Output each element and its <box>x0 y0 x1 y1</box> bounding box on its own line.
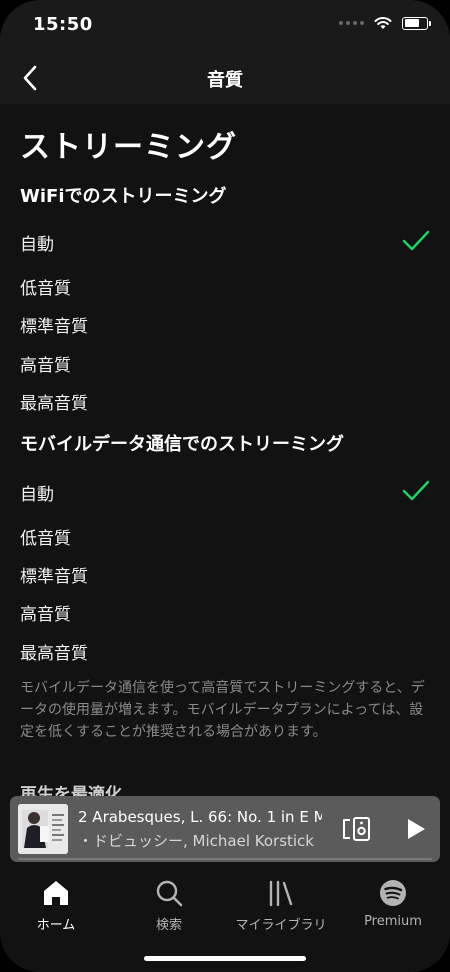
option-label: 低音質 <box>20 278 71 299</box>
option-label: 自動 <box>20 234 54 255</box>
app-screen: 15:50 音質 ストリーミング WiFiでのストリーミング 自動 低音質 標準… <box>0 0 450 972</box>
wifi-streaming-title: WiFiでのストリーミング <box>20 186 227 207</box>
mobile-option-very-high[interactable]: 最高音質 <box>0 632 450 670</box>
option-label: 自動 <box>20 484 54 505</box>
tab-label: Premium <box>364 914 422 929</box>
tab-search[interactable]: 検索 <box>113 878 225 938</box>
mobile-option-auto[interactable]: 自動 <box>0 473 450 511</box>
play-button[interactable] <box>400 814 430 844</box>
home-indicator <box>144 956 306 961</box>
signal-icon <box>339 21 364 25</box>
mobile-option-high[interactable]: 高音質 <box>0 593 450 631</box>
status-bar: 15:50 <box>0 0 450 50</box>
now-playing-artist: ・ドビュッシー, Michael Korstick <box>78 832 314 850</box>
playback-progress-bar <box>18 858 432 860</box>
tab-premium[interactable]: Premium <box>337 878 449 938</box>
mobile-option-normal[interactable]: 標準音質 <box>0 555 450 593</box>
wifi-option-high[interactable]: 高音質 <box>0 344 450 382</box>
tab-home[interactable]: ホーム <box>0 878 112 938</box>
status-time: 15:50 <box>33 14 93 35</box>
home-icon <box>44 881 68 905</box>
library-icon <box>269 880 293 907</box>
tab-label: ホーム <box>36 918 76 933</box>
spotify-icon <box>380 880 406 906</box>
mobile-option-low[interactable]: 低音質 <box>0 517 450 555</box>
option-label: 最高音質 <box>20 393 88 414</box>
wifi-option-very-high[interactable]: 最高音質 <box>0 382 450 420</box>
option-label: 高音質 <box>20 355 71 376</box>
connect-device-button[interactable] <box>340 814 374 844</box>
option-label: 低音質 <box>20 528 71 549</box>
mini-player[interactable]: 2 Arabesques, L. 66: No. 1 in E Major ・ド… <box>10 796 440 862</box>
tab-label: 検索 <box>155 918 182 933</box>
tab-label: マイライブラリ <box>235 918 327 933</box>
speaker-device-icon <box>343 817 370 841</box>
checkmark-icon <box>402 480 430 501</box>
wifi-icon <box>374 17 392 29</box>
album-art <box>18 804 68 854</box>
nav-header: 音質 <box>0 50 450 104</box>
tab-library[interactable]: マイライブラリ <box>225 878 337 938</box>
checkmark-icon <box>402 230 430 251</box>
option-label: 高音質 <box>20 604 71 625</box>
play-icon <box>408 819 425 839</box>
wifi-option-normal[interactable]: 標準音質 <box>0 305 450 343</box>
search-icon <box>156 880 183 907</box>
option-label: 標準音質 <box>20 566 88 587</box>
option-label: 最高音質 <box>20 643 88 664</box>
mobile-data-description: モバイルデータ通信を使って高音質でストリーミングすると、データの使用量が増えます… <box>20 680 425 740</box>
battery-icon <box>402 16 431 30</box>
section-title-streaming: ストリーミング <box>20 130 237 165</box>
wifi-option-low[interactable]: 低音質 <box>0 267 450 305</box>
mobile-streaming-title: モバイルデータ通信でのストリーミング <box>20 434 344 455</box>
status-icons <box>339 16 431 30</box>
option-label: 標準音質 <box>20 316 88 337</box>
page-title: 音質 <box>207 70 243 91</box>
wifi-option-auto[interactable]: 自動 <box>0 223 450 261</box>
now-playing-track: 2 Arabesques, L. 66: No. 1 in E Major <box>78 808 322 826</box>
